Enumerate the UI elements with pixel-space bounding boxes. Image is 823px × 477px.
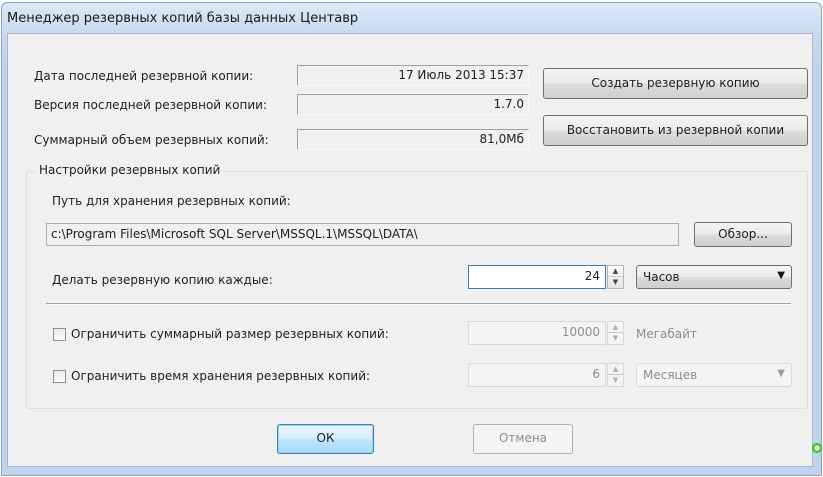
- status-indicator-icon: [812, 443, 822, 453]
- limit-size-spinner: ▲ ▼: [607, 321, 624, 345]
- interval-label: Делать резервную копию каждые:: [52, 273, 273, 287]
- interval-unit-select[interactable]: Часов ▼: [636, 265, 792, 289]
- window-title: Менеджер резервных копий базы данных Цен…: [7, 11, 359, 26]
- limit-size-label[interactable]: Ограничить суммарный размер резервных ко…: [71, 327, 389, 341]
- last-backup-date-label: Дата последней резервной копии:: [34, 69, 254, 83]
- spin-up-icon: ▲: [608, 322, 623, 333]
- backup-path-field[interactable]: c:\Program Files\Microsoft SQL Server\MS…: [46, 223, 679, 246]
- spin-up-icon: ▲: [608, 364, 623, 375]
- spin-down-icon: ▼: [612, 376, 619, 384]
- ok-button[interactable]: ОК: [277, 424, 374, 454]
- spin-down-icon[interactable]: ▼: [608, 277, 623, 288]
- limit-time-unit-select: Месяцев ▼: [636, 363, 792, 387]
- limit-time-input: 6: [468, 363, 606, 387]
- interval-unit-value: Часов: [643, 270, 680, 284]
- path-label: Путь для хранения резервных копий:: [52, 194, 291, 208]
- limit-size-unit: Мегабайт: [636, 327, 697, 341]
- limit-size-input: 10000: [468, 321, 606, 345]
- create-backup-button[interactable]: Создать резервную копию: [543, 68, 808, 99]
- spin-down-icon: ▼: [612, 334, 619, 342]
- chevron-down-icon: ▼: [777, 270, 785, 281]
- settings-group-title: Настройки резервных копий: [36, 163, 224, 177]
- interval-spinner[interactable]: ▲ ▼: [607, 265, 624, 289]
- limit-time-unit-value: Месяцев: [643, 368, 698, 382]
- limit-time-label[interactable]: Ограничить время хранения резервных копи…: [71, 369, 370, 383]
- last-backup-date-field: 17 Июль 2013 15:37: [297, 65, 529, 86]
- settings-separator: [46, 303, 791, 305]
- interval-input[interactable]: 24: [468, 265, 606, 289]
- limit-size-checkbox[interactable]: [53, 328, 66, 341]
- cancel-button: Отмена: [473, 424, 573, 454]
- title-bar[interactable]: Менеджер резервных копий базы данных Цен…: [2, 3, 821, 35]
- last-backup-version-label: Версия последней резервной копии:: [34, 98, 267, 112]
- total-size-field: 81,0Мб: [297, 129, 529, 150]
- spin-up-icon[interactable]: ▲: [608, 266, 623, 277]
- limit-time-spinner: ▲ ▼: [607, 363, 624, 387]
- total-size-label: Суммарный объем резервных копий:: [34, 133, 269, 147]
- restore-backup-button[interactable]: Восстановить из резервной копии: [543, 115, 808, 146]
- limit-time-checkbox[interactable]: [53, 370, 66, 383]
- browse-button[interactable]: Обзор...: [694, 222, 792, 247]
- chevron-down-icon: ▼: [777, 368, 785, 379]
- last-backup-version-field: 1.7.0: [297, 94, 529, 115]
